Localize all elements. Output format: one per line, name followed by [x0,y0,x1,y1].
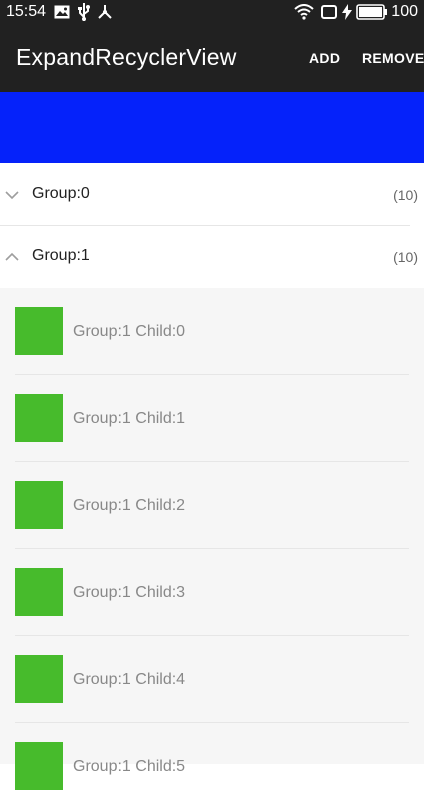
child-thumbnail [15,307,63,355]
group-count: (10) [393,187,418,203]
status-time: 15:54 [6,3,47,20]
child-label: Group:1 Child:5 [73,758,186,775]
chevron-down-icon [5,188,19,202]
remove-button[interactable]: REMOVE [362,50,424,66]
child-label: Group:1 Child:0 [73,323,186,340]
app-toolbar: ExpandRecyclerView ADD REMOVE [0,24,424,92]
child-row[interactable]: Group:1 Child:2 [0,462,424,549]
group-label: Group:1 [32,247,90,264]
group-row[interactable]: Group:1 (10) [0,226,424,288]
battery-icon [356,3,388,21]
charging-icon [342,3,352,21]
image-notification-icon [54,3,70,21]
child-thumbnail [15,742,63,790]
child-thumbnail [15,568,63,616]
child-list: Group:1 Child:0 Group:1 Child:1 Group:1 … [0,288,424,790]
group-row[interactable]: Group:0 (10) [0,164,424,226]
child-row[interactable]: Group:1 Child:5 [0,723,424,810]
child-label: Group:1 Child:3 [73,584,186,601]
wifi-icon [294,3,314,21]
child-label: Group:1 Child:4 [73,671,186,688]
header-banner [0,92,424,163]
usb-icon [78,3,90,21]
chevron-up-icon [5,250,19,264]
child-thumbnail [15,394,63,442]
group-label: Group:0 [32,185,90,202]
status-bar: 15:54 100 [0,0,424,24]
toolbar-title: ExpandRecyclerView [16,44,237,70]
child-row[interactable]: Group:1 Child:1 [0,375,424,462]
child-row[interactable]: Group:1 Child:3 [0,549,424,636]
battery-percent: 100 [391,3,418,20]
developer-icon [97,3,113,21]
child-label: Group:1 Child:2 [73,497,186,514]
child-thumbnail [15,655,63,703]
child-thumbnail [15,481,63,529]
child-row[interactable]: Group:1 Child:4 [0,636,424,723]
child-row[interactable]: Group:1 Child:0 [0,288,424,375]
add-button[interactable]: ADD [309,50,340,66]
child-label: Group:1 Child:1 [73,410,186,427]
sim-icon [321,3,337,21]
group-count: (10) [393,249,418,265]
